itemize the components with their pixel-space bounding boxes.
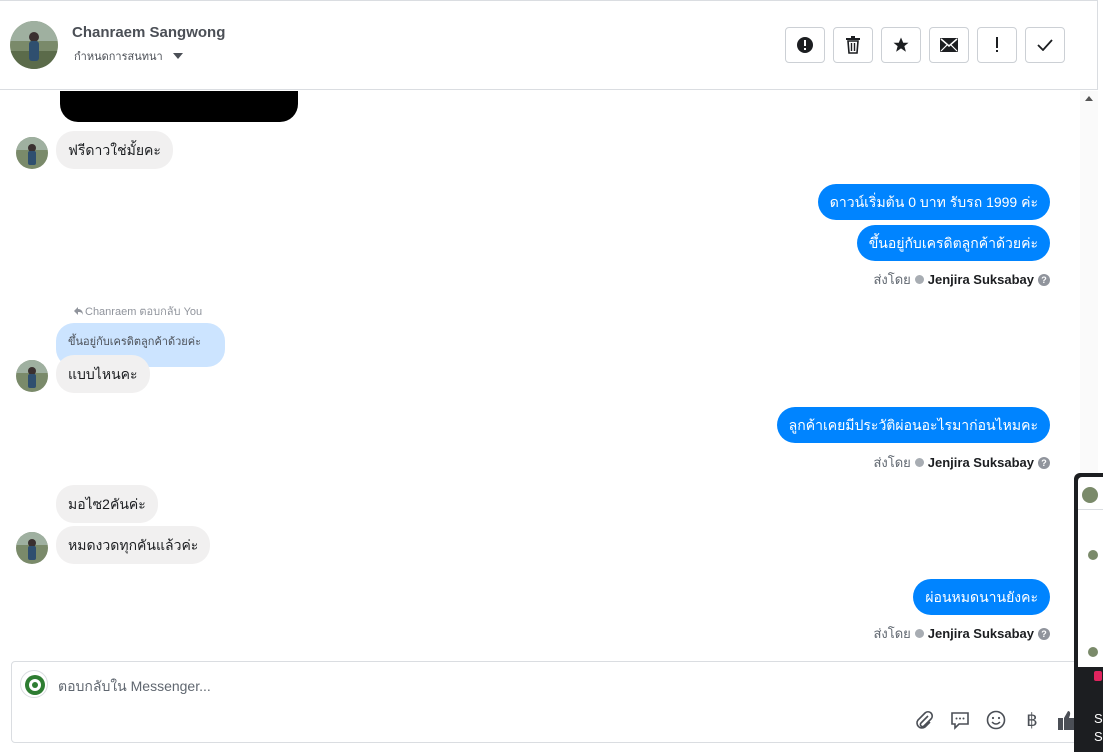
reply-meta: Chanraem ตอบกลับ You xyxy=(74,302,202,320)
checkmark-icon xyxy=(1037,39,1053,51)
star-button[interactable] xyxy=(881,27,921,63)
sender-name[interactable]: Jenjira Suksabay xyxy=(928,272,1034,287)
sender-avatar[interactable] xyxy=(16,137,48,169)
page-icon xyxy=(914,458,924,467)
caret-down-icon[interactable] xyxy=(172,53,183,59)
conversation-toolbar xyxy=(785,27,1065,63)
reply-composer: ฿ xyxy=(11,661,1081,743)
outgoing-message[interactable]: ผ่อนหมดนานยังคะ xyxy=(913,579,1050,615)
sent-by-info: ส่งโดย Jenjira Suksabay ? xyxy=(873,452,1050,473)
delete-button[interactable] xyxy=(833,27,873,63)
media-attachment[interactable] xyxy=(60,91,298,122)
side-panel-line: S xyxy=(1094,729,1103,744)
side-chat-panel[interactable]: S S xyxy=(1074,473,1103,752)
side-panel-line: S xyxy=(1094,711,1103,726)
sender-name[interactable]: Jenjira Suksabay xyxy=(928,455,1034,470)
conversation-settings[interactable]: กำหนดการสนทนา xyxy=(74,47,183,65)
sender-avatar[interactable] xyxy=(16,532,48,564)
conversation-settings-label: กำหนดการสนทนา xyxy=(74,51,163,63)
exclamation-icon xyxy=(996,37,998,52)
payment-button[interactable]: ฿ xyxy=(1020,708,1044,732)
sender-name[interactable]: Jenjira Suksabay xyxy=(928,626,1034,641)
contact-name[interactable]: Chanraem Sangwong xyxy=(72,24,225,41)
outgoing-message[interactable]: ดาวน์เริ่มต้น 0 บาท รับรถ 1999 ค่ะ xyxy=(817,184,1050,220)
scroll-up-arrow-icon[interactable] xyxy=(1085,96,1093,101)
page-icon xyxy=(914,629,924,638)
emoji-button[interactable] xyxy=(984,708,1008,732)
smiley-icon xyxy=(986,710,1006,730)
page-avatar xyxy=(20,670,48,698)
sent-by-label: ส่งโดย xyxy=(873,455,911,470)
chat-bubble-icon xyxy=(951,712,969,730)
message-input[interactable] xyxy=(58,676,958,696)
reply-arrow-icon xyxy=(74,307,83,315)
follow-up-button[interactable] xyxy=(977,27,1017,63)
mark-done-button[interactable] xyxy=(1025,27,1065,63)
outgoing-message[interactable]: ลูกค้าเคยมีประวัติผ่อนอะไรมาก่อนไหมคะ xyxy=(776,407,1050,443)
sent-by-label: ส่งโดย xyxy=(873,272,911,287)
page-icon xyxy=(914,275,924,284)
side-avatar[interactable] xyxy=(1082,487,1098,503)
contact-avatar[interactable] xyxy=(10,21,58,69)
side-chat-list xyxy=(1078,477,1103,667)
sent-by-info: ส่งโดย Jenjira Suksabay ? xyxy=(873,269,1050,290)
side-avatar[interactable] xyxy=(1088,550,1098,560)
sender-avatar[interactable] xyxy=(16,360,48,392)
outgoing-message[interactable]: ขึ้นอยู่กับเครดิตลูกค้าด้วยค่ะ xyxy=(856,225,1050,261)
side-panel-text: S S xyxy=(1094,710,1103,746)
baht-icon: ฿ xyxy=(1026,709,1038,731)
sent-by-info: ส่งโดย Jenjira Suksabay ? xyxy=(873,623,1050,644)
conversation-header: Chanraem Sangwong กำหนดการสนทนา xyxy=(0,0,1098,90)
report-button[interactable] xyxy=(785,27,825,63)
help-icon[interactable]: ? xyxy=(1038,627,1050,640)
incoming-message[interactable]: มอไซ2คันค่ะ xyxy=(56,485,158,523)
alert-circle-icon xyxy=(797,37,813,53)
side-notification-icon xyxy=(1094,671,1102,681)
incoming-message[interactable]: แบบไหนคะ xyxy=(56,355,150,393)
incoming-message[interactable]: ฟรีดาวใช่มั้ยคะ xyxy=(56,131,173,169)
message-thread: ฟรีดาวใช่มั้ยคะ ดาวน์เริ่มต้น 0 บาท รับร… xyxy=(0,91,1080,656)
trash-icon xyxy=(846,36,860,54)
paperclip-icon xyxy=(916,710,934,729)
reply-meta-text: Chanraem ตอบกลับ You xyxy=(85,306,203,318)
mark-unread-button[interactable] xyxy=(929,27,969,63)
composer-tools: ฿ xyxy=(912,708,1080,732)
side-avatar[interactable] xyxy=(1088,647,1098,657)
messenger-inbox: Chanraem Sangwong กำหนดการสนทนา ฟรีดาวใช… xyxy=(0,0,1103,752)
saved-replies-button[interactable] xyxy=(948,708,972,732)
attach-button[interactable] xyxy=(912,708,936,732)
incoming-message[interactable]: หมดงวดทุกคันแล้วค่ะ xyxy=(56,526,211,564)
envelope-icon xyxy=(940,38,958,52)
side-divider xyxy=(1078,509,1103,510)
help-icon[interactable]: ? xyxy=(1038,456,1050,469)
star-icon xyxy=(893,37,909,52)
sent-by-label: ส่งโดย xyxy=(873,626,911,641)
help-icon[interactable]: ? xyxy=(1038,273,1050,286)
